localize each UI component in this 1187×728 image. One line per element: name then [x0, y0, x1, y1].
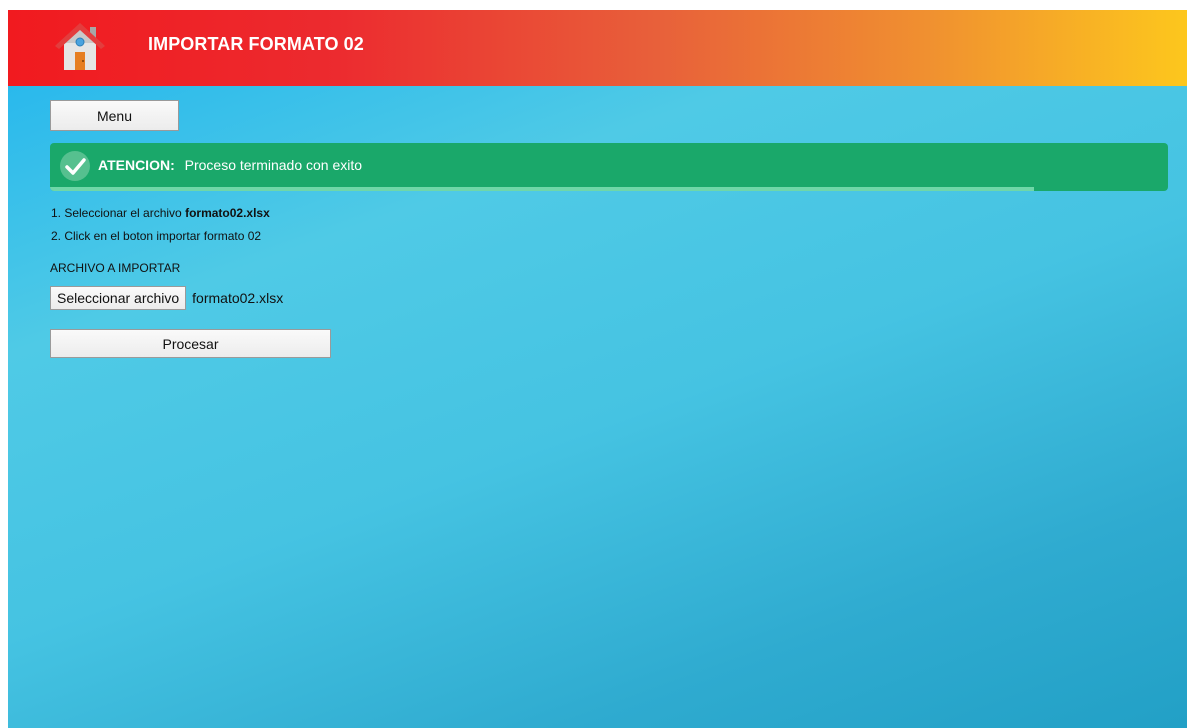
alert-progress-bar [50, 187, 1034, 191]
instruction-filename: formato02.xlsx [185, 206, 270, 220]
success-alert: ATENCION: Proceso terminado con exito [50, 143, 1168, 191]
process-button[interactable]: Procesar [50, 329, 331, 358]
app-window: IMPORTAR FORMATO 02 Menu ATENCION: Proce… [8, 10, 1187, 728]
instruction-step-2: 2. Click en el boton importar formato 02 [51, 229, 262, 243]
menu-button[interactable]: Menu [50, 100, 179, 131]
file-input-label: ARCHIVO A IMPORTAR [50, 261, 181, 275]
checkmark-icon [60, 151, 90, 181]
file-input[interactable]: Seleccionar archivo formato02.xlsx [50, 286, 283, 310]
selected-file-name: formato02.xlsx [192, 290, 284, 306]
page-title: IMPORTAR FORMATO 02 [148, 34, 364, 54]
alert-label: ATENCION: [98, 157, 175, 173]
home-icon[interactable] [52, 18, 108, 74]
header-bar: IMPORTAR FORMATO 02 [8, 10, 1187, 86]
choose-file-button[interactable]: Seleccionar archivo [50, 286, 187, 310]
alert-message: Proceso terminado con exito [184, 157, 363, 173]
instructions: 1. Seleccionar el archivo formato02.xlsx… [51, 202, 270, 248]
instruction-step-1: 1. Seleccionar el archivo formato02.xlsx [51, 206, 270, 220]
alert-text: ATENCION: Proceso terminado con exito [98, 157, 362, 173]
